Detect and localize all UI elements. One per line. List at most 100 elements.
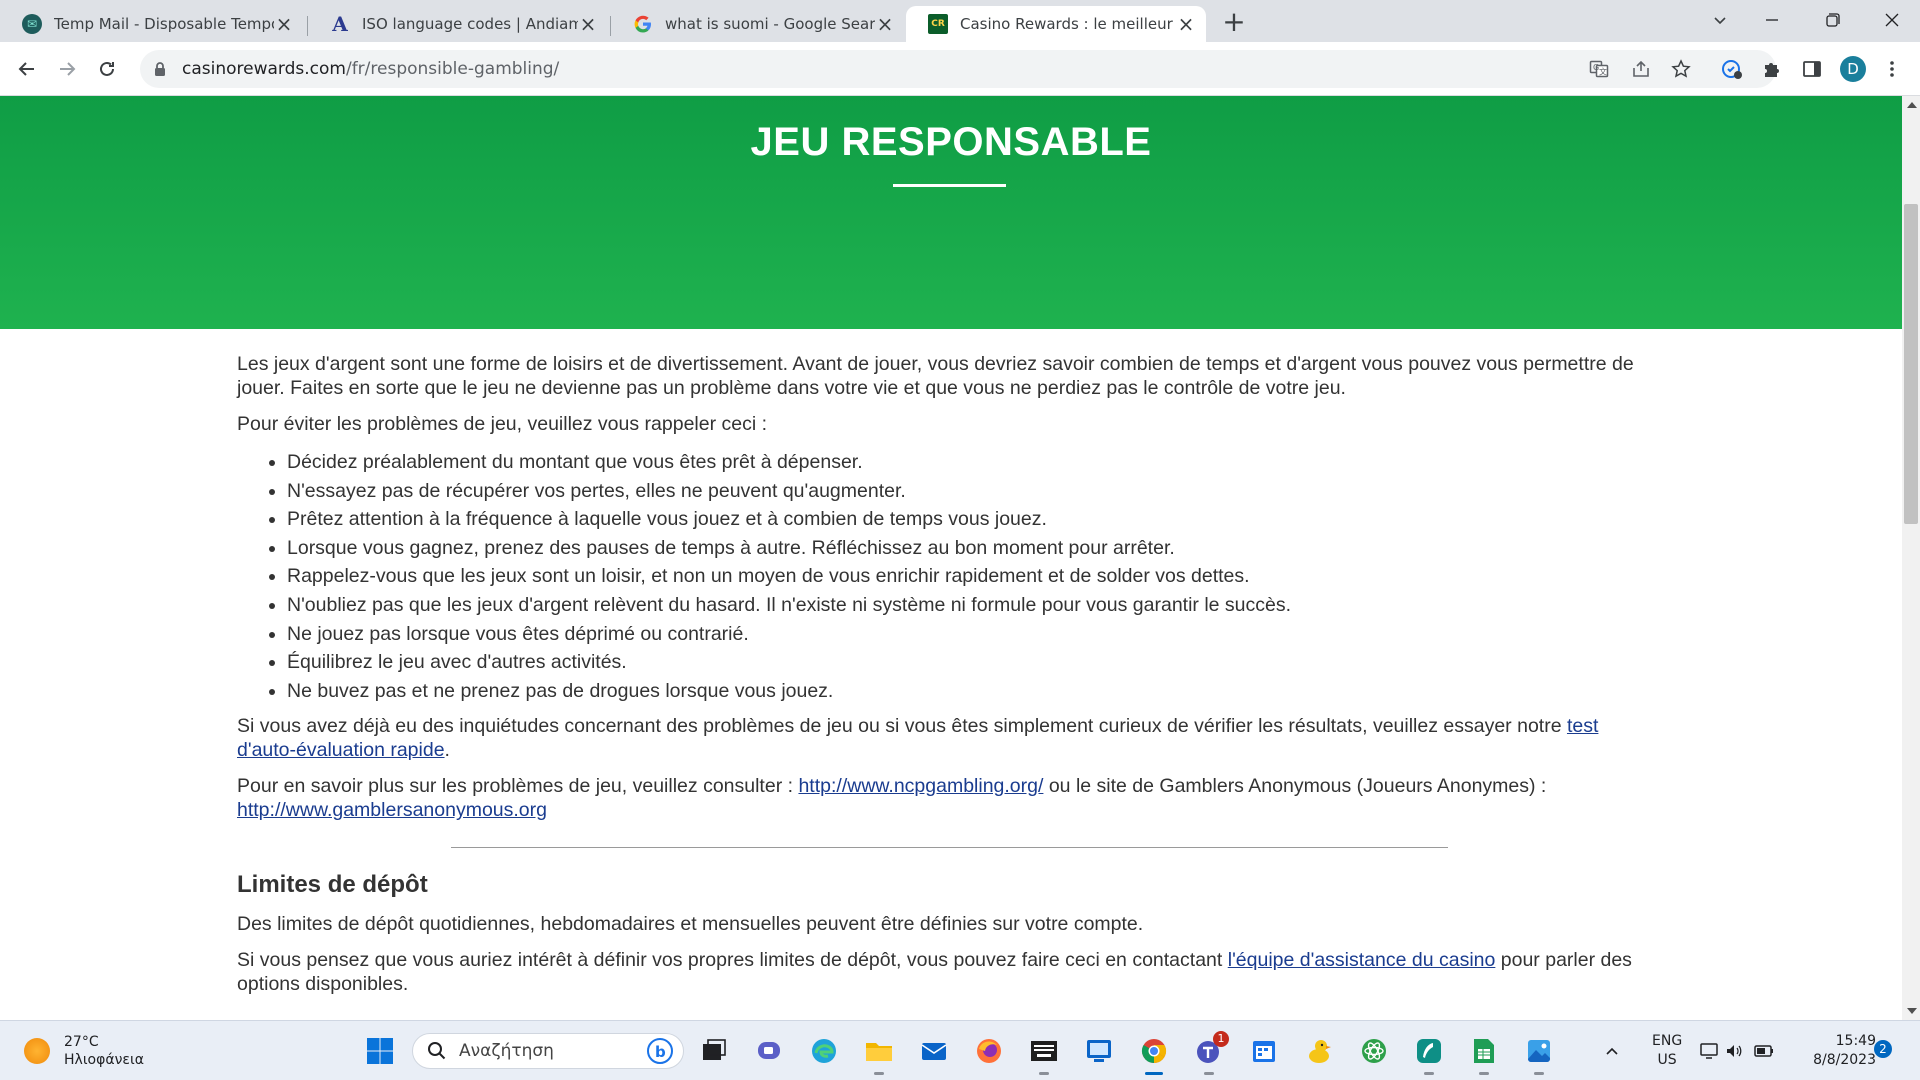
language-code: ENG — [1652, 1033, 1683, 1049]
restore-icon[interactable] — [1816, 6, 1848, 34]
back-icon[interactable] — [12, 54, 42, 84]
edge-icon[interactable] — [806, 1033, 842, 1069]
deposit-limits-paragraph: Des limites de dépôt quotidiennes, hebdo… — [237, 913, 1144, 936]
tab-search-icon[interactable] — [1704, 6, 1736, 34]
hero-banner: JEU RESPONSABLE — [0, 96, 1902, 329]
running-indicator — [1424, 1072, 1434, 1075]
weather-text: 27°C Ηλιοφάνεια — [64, 1033, 144, 1069]
system-tray-icons[interactable] — [1698, 1033, 1778, 1069]
teams-icon[interactable]: 1 — [1191, 1031, 1229, 1075]
teams-chat-icon[interactable] — [751, 1033, 787, 1069]
scroll-down-arrow-icon[interactable] — [1907, 1008, 1917, 1014]
casino-support-link[interactable]: l'équipe d'assistance du casino — [1228, 949, 1496, 971]
learn-more-mid: ou le site de Gamblers Anonymous (Joueur… — [1043, 775, 1547, 798]
extensions-puzzle-icon[interactable] — [1760, 57, 1784, 81]
chrome-menu-icon[interactable] — [1880, 57, 1904, 81]
browser-toolbar: casinorewards.com/fr/responsible-gamblin… — [0, 42, 1920, 96]
close-tab-icon[interactable]: × — [875, 14, 895, 34]
minimize-icon[interactable] — [1756, 6, 1788, 34]
remote-desktop-icon[interactable] — [1081, 1033, 1117, 1069]
bing-icon[interactable]: b — [647, 1038, 673, 1064]
new-tab-button[interactable]: + — [1220, 8, 1248, 36]
input-language-indicator[interactable]: ENG US — [1652, 1032, 1682, 1070]
page-scrollbar[interactable] — [1902, 96, 1920, 1020]
windows-taskbar: 27°C Ηλιοφάνεια Αναζήτηση b 1 ENG US 15:… — [0, 1020, 1920, 1080]
tempmail-icon: ✉ — [22, 14, 42, 34]
list-item: N'oubliez pas que les jeux d'argent relè… — [287, 591, 1657, 620]
share-icon[interactable] — [1630, 58, 1652, 80]
show-hidden-icons-chevron-icon[interactable] — [1600, 1033, 1624, 1069]
translate-icon[interactable]: G文 — [1588, 58, 1610, 80]
running-indicator — [1479, 1072, 1489, 1075]
close-tab-icon[interactable]: × — [274, 14, 294, 34]
scroll-up-arrow-icon[interactable] — [1907, 102, 1917, 108]
learn-more-paragraph: Pour en savoir plus sur les problèmes de… — [237, 774, 1657, 822]
profile-avatar[interactable]: D — [1840, 56, 1866, 82]
forward-icon[interactable] — [52, 54, 82, 84]
active-indicator — [1145, 1072, 1163, 1075]
gamblers-anonymous-link[interactable]: http://www.gamblersanonymous.org — [237, 799, 547, 821]
page-title: JEU RESPONSABLE — [750, 120, 1152, 164]
tab-temp-mail[interactable]: ✉ Temp Mail - Disposable Temporary Email… — [0, 6, 304, 42]
sun-icon — [24, 1038, 50, 1064]
task-view-icon[interactable] — [696, 1033, 732, 1069]
outlook-calendar-icon[interactable] — [1246, 1033, 1282, 1069]
tab-casino-rewards[interactable]: CR Casino Rewards : le meilleur Programm… — [906, 6, 1206, 42]
tab-google-search[interactable]: what is suomi - Google Search × — [611, 6, 905, 42]
search-placeholder: Αναζήτηση — [459, 1041, 554, 1061]
start-button[interactable] — [362, 1033, 398, 1069]
deposit-contact-text: Si vous pensez que vous auriez intérêt à… — [237, 949, 1228, 972]
url-host: casinorewards.com — [182, 59, 346, 79]
close-tab-icon[interactable]: × — [1176, 14, 1196, 34]
list-item: Décidez préalablement du montant que vou… — [287, 448, 1657, 477]
lock-icon[interactable] — [152, 61, 168, 77]
scrollbar-thumb[interactable] — [1904, 204, 1918, 524]
photos-app-icon[interactable] — [1521, 1033, 1557, 1075]
file-explorer-icon[interactable] — [861, 1033, 897, 1075]
clock-time: 15:49 — [1835, 1033, 1876, 1049]
keyboard-app-icon[interactable] — [1026, 1033, 1062, 1075]
tab-strip: ✉ Temp Mail - Disposable Temporary Email… — [0, 0, 1920, 42]
list-item: N'essayez pas de récupérer vos pertes, e… — [287, 477, 1657, 506]
firefox-icon[interactable] — [971, 1033, 1007, 1069]
list-item: Prêtez attention à la fréquence à laquel… — [287, 505, 1657, 534]
close-tab-icon[interactable]: × — [578, 14, 598, 34]
system-clock[interactable]: 15:49 8/8/2023 — [1800, 1032, 1876, 1070]
atom-app-icon[interactable] — [1356, 1033, 1392, 1069]
running-indicator — [874, 1072, 884, 1075]
duck-app-icon[interactable] — [1301, 1033, 1337, 1069]
extension-shield-icon[interactable] — [1720, 57, 1744, 81]
section-divider — [451, 847, 1448, 849]
ncpg-link[interactable]: http://www.ncpgambling.org/ — [798, 775, 1043, 797]
address-bar[interactable]: casinorewards.com/fr/responsible-gamblin… — [140, 50, 1776, 88]
notification-badge[interactable]: 2 — [1874, 1040, 1892, 1058]
close-window-icon[interactable] — [1876, 6, 1908, 34]
svg-text:b: b — [655, 1043, 666, 1061]
list-item: Équilibrez le jeu avec d'autres activité… — [287, 648, 1657, 677]
url-path: /fr/responsible-gambling/ — [345, 59, 560, 79]
casino-rewards-icon: CR — [928, 14, 948, 34]
feather-app-icon[interactable] — [1411, 1033, 1447, 1075]
teams-badge: 1 — [1213, 1031, 1229, 1047]
side-panel-icon[interactable] — [1800, 57, 1824, 81]
tab-title: what is suomi - Google Search — [665, 15, 875, 33]
running-indicator — [1534, 1072, 1544, 1075]
reload-icon[interactable] — [92, 54, 122, 84]
self-test-text: Si vous avez déjà eu des inquiétudes con… — [237, 715, 1567, 738]
taskbar-search-box[interactable]: Αναζήτηση b — [412, 1033, 684, 1069]
spreadsheet-icon[interactable] — [1466, 1033, 1502, 1075]
svg-text:文: 文 — [1599, 67, 1607, 77]
intro-paragraph: Les jeux d'argent sont une forme de lois… — [237, 353, 1634, 399]
bookmark-star-icon[interactable] — [1670, 58, 1692, 80]
self-test-end: . — [444, 739, 450, 762]
list-item: Ne buvez pas et ne prenez pas de drogues… — [287, 677, 1657, 706]
clock-date: 8/8/2023 — [1813, 1052, 1876, 1068]
list-item: Lorsque vous gagnez, prenez des pauses d… — [287, 534, 1657, 563]
tab-iso-codes[interactable]: A ISO language codes | Andiamo! Translat… — [308, 6, 608, 42]
chrome-icon[interactable] — [1136, 1033, 1172, 1075]
mail-icon[interactable] — [916, 1033, 952, 1069]
url-text[interactable]: casinorewards.com/fr/responsible-gamblin… — [182, 59, 559, 79]
weather-widget[interactable]: 27°C Ηλιοφάνεια — [24, 1033, 144, 1069]
page-viewport: JEU RESPONSABLE Les jeux d'argent sont u… — [0, 96, 1902, 1020]
lead-paragraph: Pour éviter les problèmes de jeu, veuill… — [237, 413, 768, 435]
